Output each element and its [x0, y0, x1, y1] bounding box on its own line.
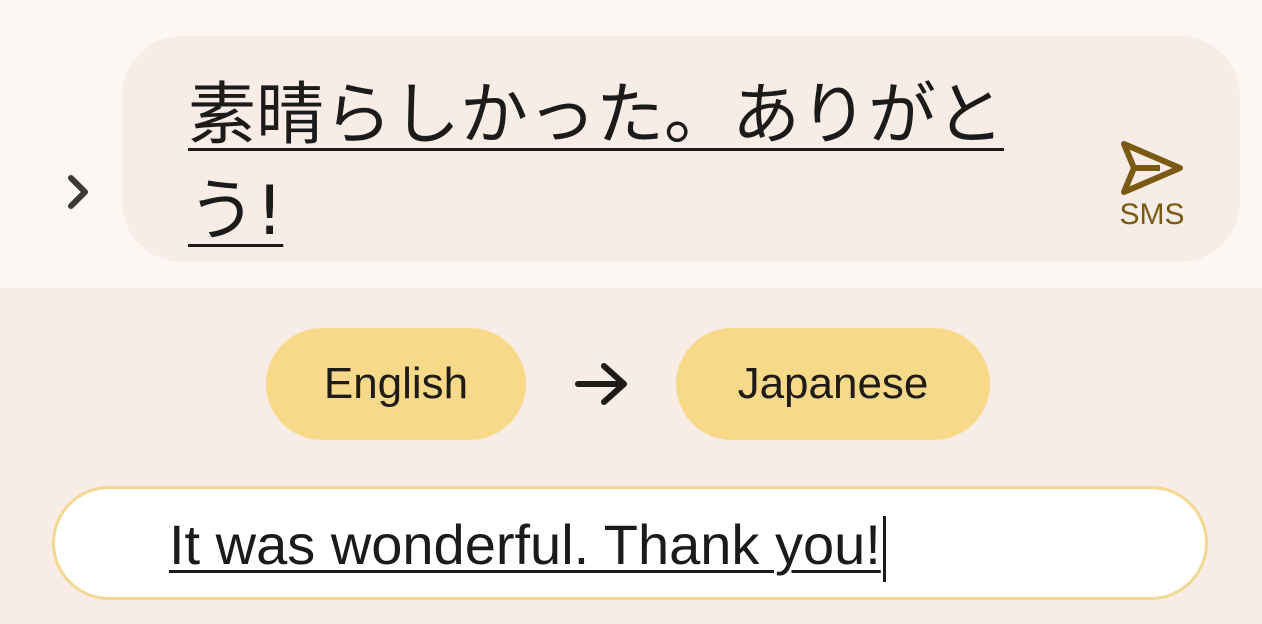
send-icon — [1121, 141, 1183, 195]
send-sms-button[interactable]: SMS — [1112, 140, 1192, 240]
language-selector-row: English Japanese — [0, 328, 1262, 440]
arrow-right-icon — [575, 363, 627, 405]
source-language-button[interactable]: English — [266, 328, 526, 440]
text-cursor — [882, 516, 886, 583]
translated-message-bubble: 素晴らしかった。ありがとう! SMS — [122, 36, 1240, 262]
translated-message-text[interactable]: 素晴らしかった。ありがとう! — [188, 68, 1068, 260]
source-text-input[interactable]: It was wonderful. Thank you! — [52, 486, 1208, 600]
source-text-value[interactable]: It was wonderful. Thank you! — [169, 507, 886, 583]
chevron-right-icon — [68, 175, 88, 209]
message-area: 素晴らしかった。ありがとう! SMS — [0, 0, 1262, 288]
send-sms-label: SMS — [1119, 198, 1185, 231]
translator-panel: English Japanese It was wonderful. Thank… — [0, 288, 1262, 624]
target-language-button[interactable]: Japanese — [676, 328, 990, 440]
expand-button[interactable] — [58, 172, 98, 212]
